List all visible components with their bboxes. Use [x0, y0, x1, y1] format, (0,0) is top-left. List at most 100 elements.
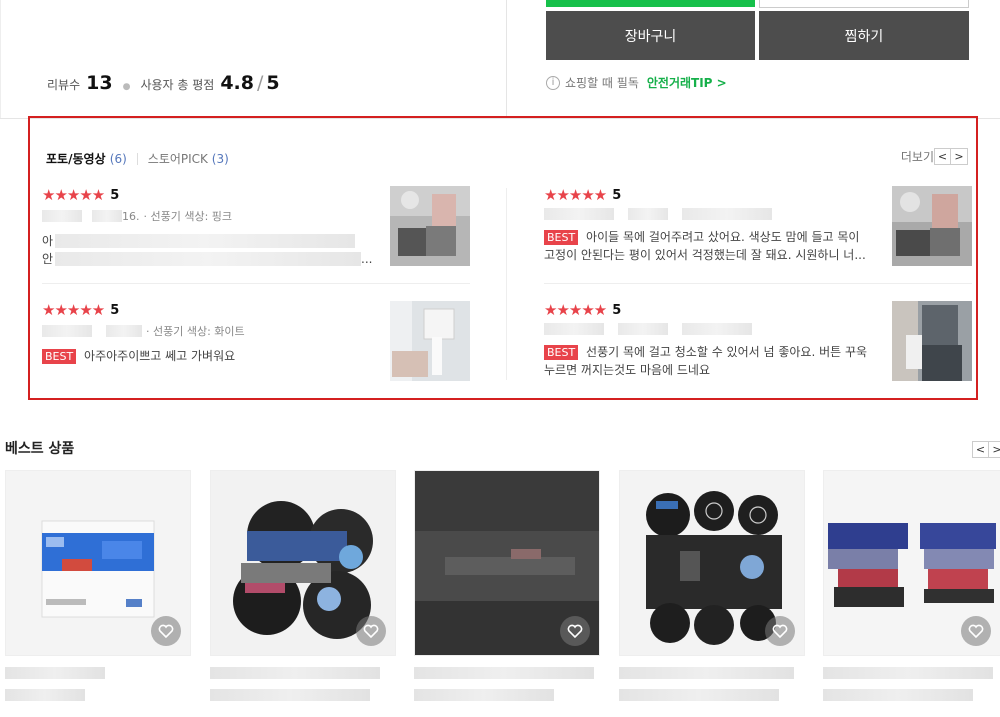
review-text: 아 안 ... [42, 232, 378, 268]
tab-photo-video[interactable]: 포토/동영상 (6) [46, 150, 127, 167]
product-card[interactable] [823, 470, 1000, 656]
review-text-line1: 아 [42, 234, 54, 248]
product-card[interactable] [210, 470, 396, 656]
tab-divider [136, 152, 138, 165]
masked-date [618, 323, 668, 335]
review-option: · 선풍기 색상: 화이트 [146, 325, 245, 338]
star-rating-icon: ★★★★★ [42, 301, 105, 319]
review-text-line2: 안 [42, 252, 54, 266]
review-count-label: 리뷰수 [47, 78, 81, 92]
masked-user-id [42, 210, 82, 222]
review-text-line1: 선풍기 목에 걸고 청소할 수 있어서 넘 좋아요. 버튼 꾸욱 [586, 345, 868, 359]
product-card[interactable] [414, 470, 600, 656]
best-badge: BEST [544, 230, 579, 245]
masked-date [106, 325, 142, 337]
review-tabs: 포토/동영상 (6) 스토어PICK (3) [46, 150, 229, 167]
review-text-line2: 고정이 안된다는 평이 있어서 걱정했는데 잘 돼요. 시원하니 너... [544, 248, 866, 262]
fan-photo-image [390, 301, 470, 381]
review-score: 5 [110, 187, 120, 203]
photo-reviews-section: 포토/동영상 (6) 스토어PICK (3) 더보기 < > ★★★★★ 5 1… [28, 116, 978, 400]
fan-photo-image [390, 186, 470, 266]
heart-icon [567, 624, 583, 639]
star-rating-icon: ★★★★★ [544, 186, 607, 204]
masked-product-price [823, 689, 973, 701]
masked-product-name [619, 667, 794, 679]
tab-pick-label: 스토어PICK [147, 152, 208, 166]
separator-dot: ● [122, 82, 131, 92]
masked-text [55, 234, 356, 248]
best-next-arrow-button[interactable]: > [989, 441, 1000, 458]
tab-store-pick[interactable]: 스토어PICK (3) [148, 150, 229, 167]
fan-photo-image [892, 301, 972, 381]
review-date-suffix: 16. [122, 209, 140, 223]
buy-button-edge[interactable] [546, 0, 755, 7]
star-rating-icon: ★★★★★ [544, 301, 607, 319]
wishlist-heart-button[interactable] [765, 616, 795, 646]
rating-summary: 리뷰수 13 ● 사용자 총 평점 4.8 / 5 [47, 72, 280, 94]
more-controls: 더보기 < > [901, 148, 968, 165]
review-photo-thumbnail[interactable] [390, 186, 470, 266]
masked-text [55, 252, 362, 266]
safe-trade-tip: i 쇼핑할 때 필독 안전거래TIP > [546, 74, 727, 91]
review-ellipsis: ... [361, 252, 373, 266]
review-photo-thumbnail[interactable] [892, 186, 972, 266]
tab-photo-count: (6) [109, 152, 127, 166]
masked-product-price [414, 689, 554, 701]
row-divider-right [544, 283, 972, 284]
review-item[interactable]: ★★★★★ 5 BEST 선풍기 목에 걸고 청소할 수 있어서 넘 좋아요. … [544, 301, 972, 383]
masked-option [682, 323, 752, 335]
heart-icon [772, 624, 788, 639]
masked-product-price [210, 689, 370, 701]
review-score: 5 [612, 302, 622, 318]
best-products-arrows: < > [972, 441, 1000, 458]
masked-product-price [619, 689, 779, 701]
masked-product-price [5, 689, 85, 701]
masked-product-name [823, 667, 993, 679]
wish-button[interactable]: 찜하기 [759, 11, 969, 60]
masked-product-name [210, 667, 380, 679]
review-item[interactable]: ★★★★★ 5 BEST 아이들 목에 걸어주려고 샀어요. 색상도 맘에 들고… [544, 186, 972, 268]
best-badge: BEST [42, 349, 77, 364]
row-divider-left [42, 283, 470, 284]
wishlist-heart-button[interactable] [961, 616, 991, 646]
rating-max: 5 [266, 72, 280, 94]
masked-user-id [544, 208, 614, 220]
masked-user-id [544, 323, 604, 335]
masked-date [92, 210, 122, 222]
prev-arrow-button[interactable]: < [934, 148, 951, 165]
heart-icon [363, 624, 379, 639]
review-text: BEST 선풍기 목에 걸고 청소할 수 있어서 넘 좋아요. 버튼 꾸욱 누르… [544, 343, 880, 379]
masked-product-name [5, 667, 105, 679]
review-text: BEST 아이들 목에 걸어주려고 샀어요. 색상도 맘에 들고 목이 고정이 … [544, 228, 880, 264]
product-card[interactable] [5, 470, 191, 656]
info-icon: i [546, 75, 560, 90]
best-badge: BEST [544, 345, 579, 360]
cart-button[interactable]: 장바구니 [546, 11, 755, 60]
rating-slash: / [256, 72, 264, 94]
secondary-button-edge[interactable] [759, 0, 969, 8]
rating-label: 사용자 총 평점 [140, 78, 215, 92]
wishlist-heart-button[interactable] [151, 616, 181, 646]
star-rating-icon: ★★★★★ [42, 186, 105, 204]
review-photo-thumbnail[interactable] [892, 301, 972, 381]
review-score: 5 [110, 302, 120, 318]
masked-option [682, 208, 772, 220]
next-arrow-button[interactable]: > [951, 148, 968, 165]
best-prev-arrow-button[interactable]: < [972, 441, 989, 458]
review-text-line1: 아주아주이쁘고 쎄고 가벼워요 [84, 349, 236, 363]
masked-user-id [42, 325, 92, 337]
review-text-line2: 누르면 꺼지는것도 마음에 드네요 [544, 363, 711, 377]
best-products-title: 베스트 상품 [5, 441, 75, 457]
review-option: · 선풍기 색상: 핑크 [143, 210, 233, 223]
review-photo-thumbnail[interactable] [390, 301, 470, 381]
review-item[interactable]: ★★★★★ 5 16. · 선풍기 색상: 핑크 아 안 ... [42, 186, 470, 268]
product-card[interactable] [619, 470, 805, 656]
masked-product-name [414, 667, 594, 679]
review-score: 5 [612, 187, 622, 203]
more-link[interactable]: 더보기 [901, 148, 934, 165]
wishlist-heart-button[interactable] [560, 616, 590, 646]
rating-value: 4.8 [220, 72, 254, 94]
review-item[interactable]: ★★★★★ 5 · 선풍기 색상: 화이트 BEST 아주아주이쁘고 쎄고 가벼… [42, 301, 470, 383]
safe-trade-tip-link[interactable]: 안전거래TIP > [647, 74, 727, 91]
wishlist-heart-button[interactable] [356, 616, 386, 646]
